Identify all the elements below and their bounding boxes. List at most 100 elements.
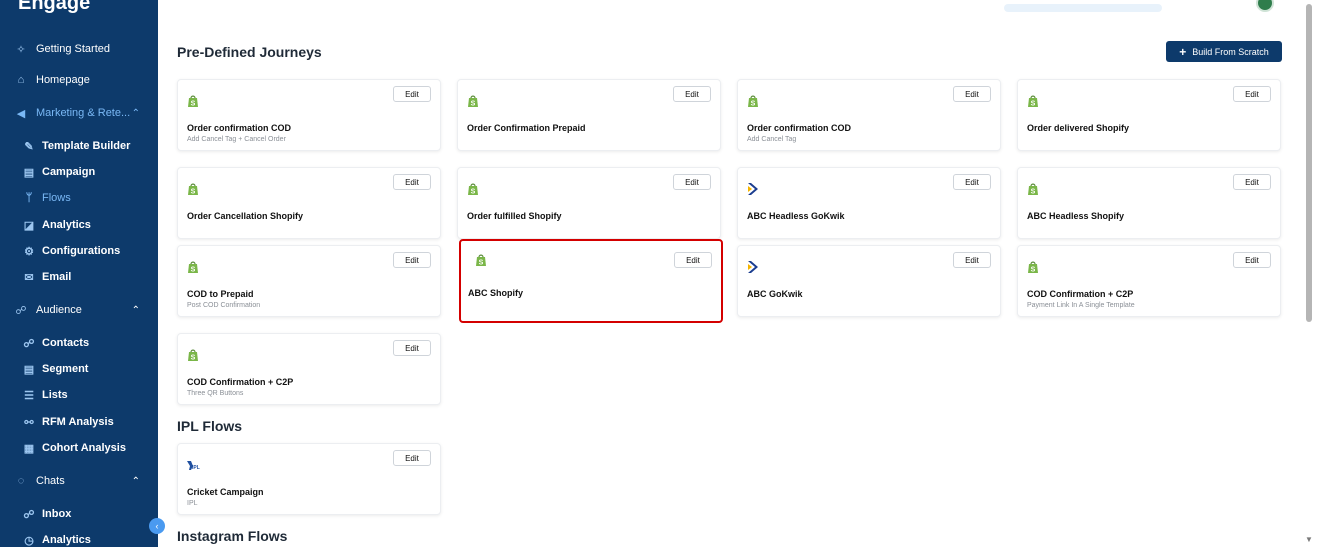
build-from-scratch-button[interactable]: + Build From Scratch (1166, 41, 1282, 62)
sidebar-item-getting-started[interactable]: ✧ Getting Started (0, 37, 158, 61)
svg-text:S: S (191, 355, 196, 362)
journey-card[interactable]: S Edit ABC Shopify (459, 239, 723, 323)
sidebar-item-homepage[interactable]: ⌂ Homepage (0, 68, 158, 92)
sidebar-item-label: Template Builder (42, 140, 131, 152)
journey-card[interactable]: S Edit Order Cancellation Shopify (177, 167, 441, 239)
sidebar-item-segment[interactable]: ▤ Segment (0, 357, 158, 381)
shopify-logo-icon: S (186, 182, 200, 196)
sidebar-item-label: Email (42, 271, 72, 283)
edit-button[interactable]: Edit (673, 86, 711, 102)
svg-text:S: S (191, 267, 196, 274)
edit-button[interactable]: Edit (1233, 174, 1271, 190)
search-input[interactable] (1004, 4, 1162, 12)
sidebar-item-cohort-analysis[interactable]: ▦ Cohort Analysis (0, 436, 158, 460)
svg-text:IPL: IPL (192, 465, 200, 471)
sidebar-item-label: Contacts (42, 337, 90, 349)
card-title: Order delivered Shopify (1027, 123, 1130, 133)
chevron-up-icon[interactable]: ⌃ (132, 108, 140, 119)
scrollbar-thumb[interactable] (1306, 4, 1312, 322)
sidebar-item-email[interactable]: ✉ Email (0, 265, 158, 289)
edit-button[interactable]: Edit (1233, 86, 1271, 102)
edit-button[interactable]: Edit (674, 252, 712, 268)
journey-card[interactable]: S Edit Order fulfilled Shopify (457, 167, 721, 239)
journey-card[interactable]: S Edit ABC Headless Shopify (1017, 167, 1281, 239)
journey-card[interactable]: S Edit Order Confirmation Prepaid (457, 79, 721, 151)
sidebar-item-contacts[interactable]: ☍ Contacts (0, 331, 158, 355)
edit-button[interactable]: Edit (393, 174, 431, 190)
audience-icon: ☍ (15, 304, 27, 317)
sidebar-item-analytics[interactable]: ◪ Analytics (0, 213, 158, 237)
edit-button[interactable]: Edit (953, 86, 991, 102)
edit-button[interactable]: Edit (393, 86, 431, 102)
cohort-icon: ▦ (23, 442, 35, 455)
edit-button[interactable]: Edit (393, 340, 431, 356)
plus-icon: + (1179, 44, 1187, 59)
card-subtitle: Post COD Confirmation (187, 302, 261, 309)
journey-card[interactable]: Edit ABC Headless GoKwik (737, 167, 1001, 239)
sidebar-item-lists[interactable]: ☰ Lists (0, 383, 158, 407)
edit-button[interactable]: Edit (1233, 252, 1271, 268)
rfm-icon: ⚯ (24, 416, 34, 429)
svg-text:S: S (479, 260, 484, 267)
edit-button[interactable]: Edit (953, 252, 991, 268)
document-icon: ▤ (23, 166, 35, 179)
megaphone-icon: ◀ (16, 107, 26, 120)
sidebar-item-campaign[interactable]: ▤ Campaign (0, 160, 158, 184)
avatar[interactable] (1256, 0, 1274, 12)
mail-icon: ✉ (24, 271, 34, 284)
sidebar-item-rfm-analysis[interactable]: ⚯ RFM Analysis (0, 410, 158, 434)
card-title: ABC GoKwik (747, 289, 803, 299)
sidebar-item-chat-analytics[interactable]: ◷ Analytics (0, 528, 158, 552)
sidebar-item-template-builder[interactable]: ✎ Template Builder (0, 134, 158, 158)
svg-text:S: S (191, 189, 196, 196)
ipl-logo-icon: IPL (186, 458, 200, 472)
scroll-down-arrow-icon[interactable]: ▼ (1304, 535, 1314, 545)
sidebar-item-inbox[interactable]: ☍ Inbox (0, 502, 158, 526)
svg-text:S: S (1031, 101, 1036, 108)
sidebar-item-marketing[interactable]: ◀ Marketing & Rete... ⌃ (0, 101, 158, 125)
shopify-logo-icon: S (466, 182, 480, 196)
journey-card[interactable]: Edit ABC GoKwik (737, 245, 1001, 317)
clock-icon: ◷ (24, 534, 34, 547)
card-title: ABC Headless GoKwik (747, 211, 845, 221)
sidebar-item-label: Configurations (42, 245, 121, 257)
edit-button[interactable]: Edit (673, 174, 711, 190)
journey-card[interactable]: S Edit COD Confirmation + C2P Payment Link … (1017, 245, 1281, 317)
card-title: ABC Shopify (468, 288, 523, 298)
sidebar-item-configurations[interactable]: ⚙ Configurations (0, 239, 158, 263)
journey-card[interactable]: S Edit Order confirmation COD Add Cancel Ta… (177, 79, 441, 151)
edit-button[interactable]: Edit (953, 174, 991, 190)
brush-icon: ✎ (24, 140, 34, 153)
edit-button[interactable]: Edit (393, 252, 431, 268)
svg-text:S: S (191, 101, 196, 108)
shopify-logo-icon: S (474, 253, 488, 267)
collapse-sidebar-button[interactable]: ‹ (149, 518, 165, 534)
svg-text:S: S (751, 101, 756, 108)
journey-card[interactable]: IPL Edit Cricket Campaign IPL (177, 443, 441, 515)
shopify-logo-icon: S (186, 260, 200, 274)
journey-card[interactable]: S Edit Order delivered Shopify (1017, 79, 1281, 151)
app-logo[interactable]: Engage (18, 0, 90, 14)
card-subtitle: Add Cancel Tag + Cancel Order (187, 136, 286, 143)
section-title-predefined: Pre-Defined Journeys (177, 44, 322, 60)
svg-text:S: S (471, 101, 476, 108)
journey-card[interactable]: S Edit COD Confirmation + C2P Three QR Butt… (177, 333, 441, 405)
sparkle-icon: ✧ (16, 43, 26, 56)
sidebar-item-flows[interactable]: ᛘ Flows (0, 186, 158, 210)
sidebar-item-chats[interactable]: ◌ Chats ⌃ (0, 469, 158, 493)
sidebar-item-label: Analytics (42, 534, 91, 546)
gokwik-logo-icon (746, 260, 760, 274)
journey-card[interactable]: S Edit COD to Prepaid Post COD Confirmation (177, 245, 441, 317)
journey-card[interactable]: S Edit Order confirmation COD Add Cancel Ta… (737, 79, 1001, 151)
sidebar-item-audience[interactable]: ☍ Audience ⌃ (0, 298, 158, 322)
edit-button[interactable]: Edit (393, 450, 431, 466)
shopify-logo-icon: S (1026, 182, 1040, 196)
chevron-up-icon[interactable]: ⌃ (132, 305, 140, 316)
shopify-logo-icon: S (186, 94, 200, 108)
sidebar-item-label: Campaign (42, 166, 96, 178)
card-title: Cricket Campaign (187, 487, 264, 497)
card-title: COD Confirmation + C2P (1027, 289, 1134, 299)
card-title: COD to Prepaid (187, 289, 254, 299)
chevron-up-icon[interactable]: ⌃ (132, 476, 140, 487)
card-title: Order confirmation COD (747, 123, 852, 133)
